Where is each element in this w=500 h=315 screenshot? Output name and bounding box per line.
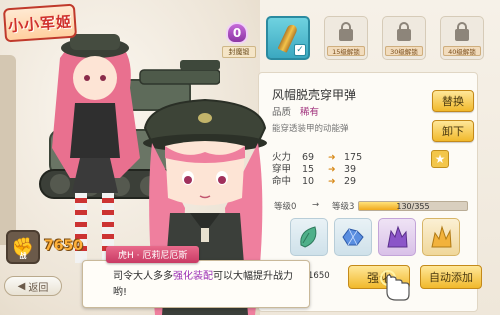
power-value: 7650 (44, 238, 83, 254)
dialog-text-highlight: 强化装配 (173, 271, 213, 282)
material-purple-crystal-icon (387, 225, 408, 248)
check-icon: ✓ (294, 44, 306, 56)
replace-button[interactable]: 替换 (432, 90, 474, 112)
stat-row: 命中 10 ➜ 29 (272, 176, 374, 188)
medal-badge[interactable]: 0 封魔锻 (222, 22, 256, 62)
auto-add-button[interactable]: 自动添加 (420, 265, 482, 289)
game-logo-text: 小小军姬 (7, 12, 73, 35)
strengthen-cost: 1650 (308, 271, 330, 281)
stat-from: 10 (302, 176, 315, 187)
stat-from: 15 (302, 164, 315, 175)
power-label: 战 (19, 252, 27, 260)
equip-slot-4[interactable]: 40级解锁 (440, 16, 484, 60)
side-rail (0, 55, 16, 245)
stat-to: 39 (344, 164, 357, 175)
dialog-box[interactable]: 司令大人多多强化装配可以大幅提升战力哟! (82, 260, 310, 308)
dialog-speaker-name: 虎H · 厄莉尼厄斯 (106, 246, 200, 263)
back-button[interactable]: ◀ 返回 (4, 276, 62, 296)
level-progress-bar: 130/355 (358, 201, 468, 211)
arrow-right-icon: → (312, 200, 320, 210)
equip-slot-3[interactable]: 30级解锁 (382, 16, 426, 60)
material-gold-crystal-icon (431, 225, 452, 248)
stat-from: 69 (302, 152, 315, 163)
equip-slot-1[interactable]: ✓ (266, 16, 310, 60)
stat-to: 175 (344, 152, 363, 163)
unequip-button[interactable]: 卸下 (432, 120, 474, 142)
item-description: 能穿透装甲的动能弹 (272, 124, 349, 134)
equip-slot-2[interactable]: 15级解锁 (324, 16, 368, 60)
game-logo: 小小军姬 (2, 3, 78, 43)
lock-icon (397, 22, 411, 41)
back-arrow-icon: ◀ (17, 280, 26, 292)
material-slot[interactable] (334, 218, 372, 256)
game-screen: 小小军姬 ✊ 战 7650 ◀ 返回 0 封魔锻 ✓ 15级解锁 30级解锁 4… (0, 0, 500, 315)
power-icon: ✊ 战 (6, 230, 40, 264)
arrow-right-icon: ➜ (328, 153, 336, 163)
slot-unlock-label: 15级解锁 (327, 46, 365, 56)
medal-label: 封魔锻 (222, 46, 256, 58)
item-title: 风帽脱壳穿甲弹 (272, 88, 357, 102)
dialog-text-before: 司令大人多多 (113, 271, 173, 282)
lock-icon (455, 22, 469, 41)
arrow-right-icon: ➜ (328, 165, 336, 175)
stat-to: 29 (344, 176, 357, 187)
material-blue-leaf-icon (300, 226, 317, 248)
material-slot[interactable] (422, 218, 460, 256)
level-progress-text: 130/355 (396, 201, 430, 211)
slot-unlock-label: 30级解锁 (385, 46, 423, 56)
back-button-label: 返回 (28, 282, 49, 294)
material-slot[interactable] (290, 218, 328, 256)
tutorial-hand-icon (380, 270, 410, 301)
level-progress-row: 等级0 → 等级3 130/355 (274, 200, 474, 212)
material-slot[interactable] (378, 218, 416, 256)
medal-count: 0 (226, 22, 248, 44)
quality-value: 稀有 (300, 107, 320, 118)
arrow-right-icon: ➜ (328, 177, 336, 187)
item-stats: 火力 69 ➜ 175 穿甲 15 ➜ 39 命中 10 ➜ 29 (272, 152, 374, 188)
stat-row: 穿甲 15 ➜ 39 (272, 164, 374, 176)
level-next: 等级3 (332, 202, 355, 212)
star-icon[interactable]: ★ (431, 150, 449, 168)
stat-row: 火力 69 ➜ 175 (272, 152, 374, 164)
lock-icon (339, 22, 353, 41)
material-blue-crystal-icon (342, 228, 364, 246)
slot-unlock-label: 40级解锁 (443, 46, 481, 56)
